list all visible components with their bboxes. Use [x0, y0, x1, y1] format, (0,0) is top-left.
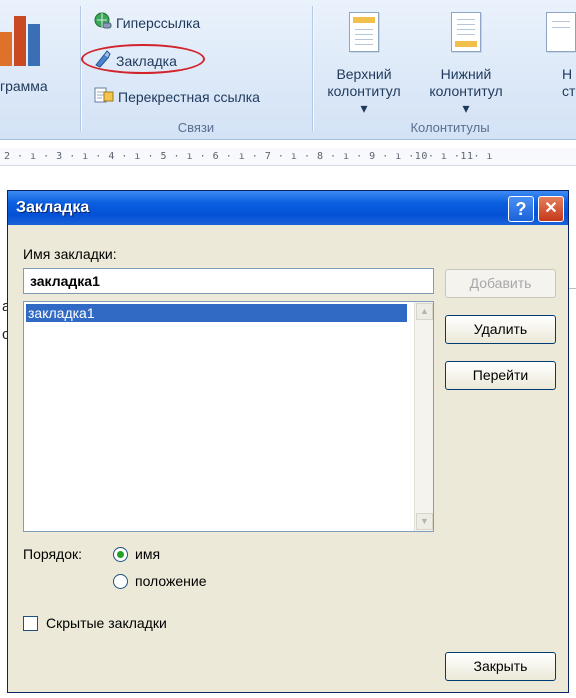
diagram-button-label[interactable]: грамма: [0, 78, 48, 94]
footer-button[interactable]: Нижний колонтитул ▾: [424, 12, 508, 117]
bookmark-list-item[interactable]: закладка1: [26, 304, 407, 322]
footer-label-line2: колонтитул ▾: [429, 83, 503, 116]
hidden-bookmarks-label[interactable]: Скрытые закладки: [46, 615, 167, 631]
dialog-title: Закладка: [16, 199, 90, 216]
bookmark-name-label: Имя закладки:: [23, 246, 117, 262]
order-by-name-radio[interactable]: [113, 547, 128, 562]
cross-reference-icon: [94, 86, 114, 107]
page-number-label-line1: Н: [562, 66, 573, 82]
add-button[interactable]: Добавить: [445, 269, 556, 298]
footer-page-icon: [451, 12, 481, 52]
footer-label-line1: Нижний: [440, 66, 492, 82]
hidden-bookmarks-checkbox[interactable]: [23, 616, 38, 631]
screenshot-root: грамма Гиперссылка Закладка Перекрестная…: [0, 0, 576, 698]
hyperlink-label: Гиперссылка: [116, 14, 201, 31]
cross-reference-button[interactable]: Перекрестная ссылка: [94, 86, 260, 107]
close-x-button[interactable]: ✕: [538, 196, 564, 222]
close-button[interactable]: Закрыть: [445, 652, 556, 681]
ribbon-group-headers-footers: Верхний колонтитул ▾ Нижний колонтитул ▾: [314, 0, 576, 140]
hyperlink-button[interactable]: Гиперссылка: [94, 12, 200, 33]
ribbon-separator: [312, 6, 313, 132]
horizontal-ruler[interactable]: 2 · ı · 3 · ı · 4 · ı · 5 · ı · 6 · ı · …: [0, 148, 576, 166]
header-label-line2: колонтитул ▾: [327, 83, 401, 116]
bookmark-list[interactable]: закладка1 ▲ ▼: [23, 301, 434, 532]
headers-group-caption: Колонтитулы: [410, 120, 490, 135]
list-scrollbar[interactable]: ▲ ▼: [414, 302, 433, 531]
dialog-title-bar[interactable]: Закладка ? ✕: [8, 191, 568, 225]
ribbon-group-illustrations: грамма: [0, 0, 78, 140]
order-label: Порядок:: [23, 546, 83, 562]
bookmark-name-input[interactable]: [23, 268, 434, 294]
chart-icon[interactable]: [0, 10, 40, 66]
page-number-button[interactable]: Н стра: [526, 12, 576, 100]
header-label-line1: Верхний: [336, 66, 392, 82]
header-button[interactable]: Верхний колонтитул ▾: [322, 12, 406, 117]
delete-button[interactable]: Удалить: [445, 315, 556, 344]
ribbon-separator: [80, 6, 81, 132]
goto-button[interactable]: Перейти: [445, 361, 556, 390]
order-by-position-radio[interactable]: [113, 574, 128, 589]
header-page-icon: [349, 12, 379, 52]
order-by-position-label[interactable]: положение: [135, 573, 207, 589]
ribbon: грамма Гиперссылка Закладка Перекрестная…: [0, 0, 576, 140]
scroll-up-arrow[interactable]: ▲: [416, 303, 433, 320]
globe-link-icon: [94, 12, 112, 33]
page-number-icon: [546, 12, 576, 52]
scroll-down-arrow[interactable]: ▼: [416, 513, 433, 530]
help-button[interactable]: ?: [508, 196, 534, 222]
bookmark-dialog: Закладка ? ✕ Имя закладки: закладка1 ▲ ▼…: [7, 190, 569, 693]
bookmark-highlight-circle: [81, 44, 205, 74]
links-group-caption: Связи: [177, 120, 215, 135]
cross-reference-label: Перекрестная ссылка: [118, 88, 260, 105]
order-by-name-label[interactable]: имя: [135, 546, 160, 562]
page-number-label-line2: стра: [562, 83, 576, 99]
